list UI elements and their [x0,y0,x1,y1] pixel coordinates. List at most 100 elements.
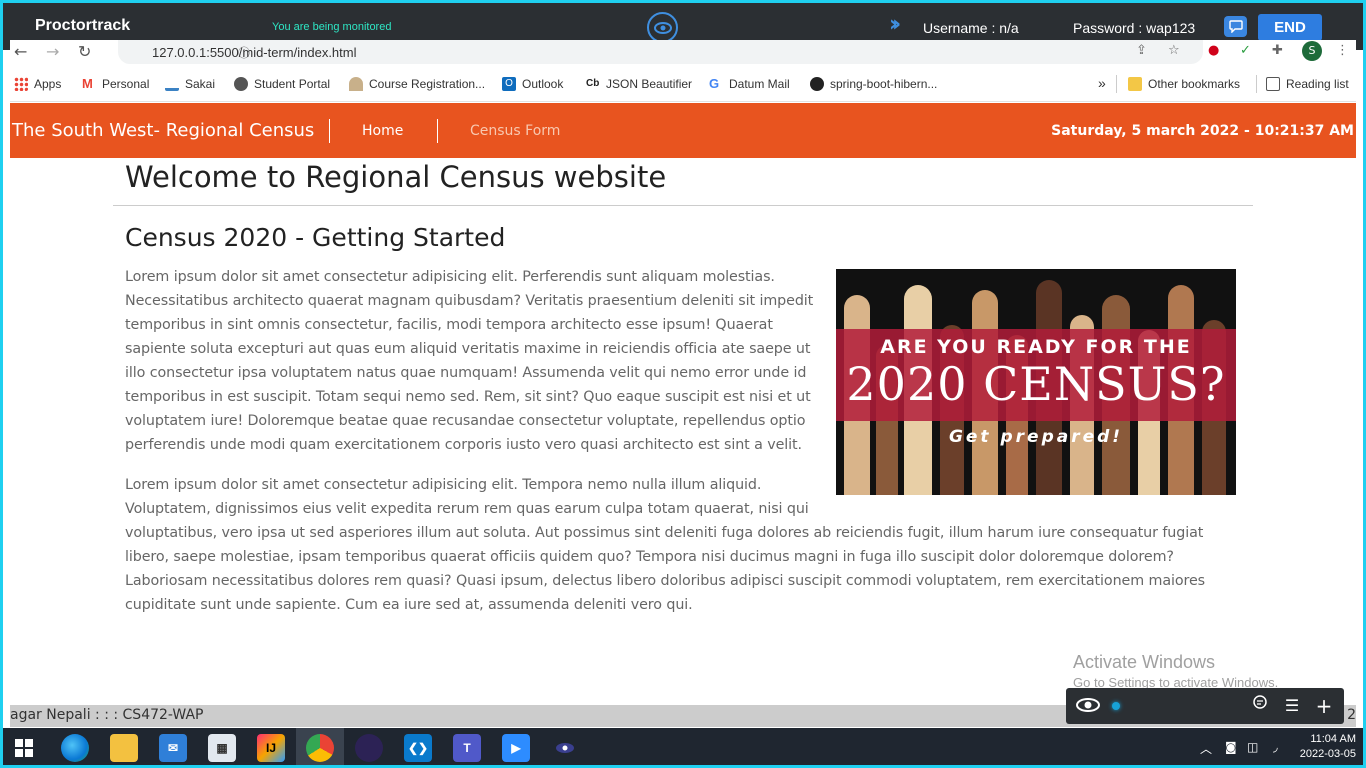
file-explorer-icon[interactable] [110,734,138,762]
activate-windows-watermark: Activate Windows Go to Settings to activ… [1073,652,1278,690]
monitoring-status: You are being monitored [272,21,392,33]
github-icon [810,77,824,91]
second-paragraph-rest: voluptatibus, vero ipsa ut sed asperiore… [125,525,1206,613]
globe-icon [234,77,248,91]
folder-icon [1128,77,1142,91]
title-divider [113,205,1253,206]
tray-volume-icon[interactable]: ◞ [1273,740,1278,754]
plus-icon[interactable]: + [1312,695,1336,717]
profile-avatar[interactable]: S [1302,41,1322,61]
bookmarks-bar: Apps M Personal Sakai Student Portal Cou… [10,66,1356,102]
tray-chevron-up-icon[interactable]: ︿ [1200,740,1212,757]
zoom-icon[interactable]: ▶ [502,734,530,762]
recording-indicator [1112,702,1120,710]
bookmark-spring-boot[interactable]: spring-boot-hibern... [810,77,937,91]
bookmark-divider [1256,75,1257,93]
bookmark-label: Course Registration... [369,77,486,91]
chrome-icon[interactable] [306,734,334,762]
census-promo-image: ARE YOU READY FOR THE 2020 CENSUS? Get p… [836,269,1236,495]
reading-list-button[interactable]: Reading list [1266,77,1349,91]
promo-line-1: ARE YOU READY FOR THE [880,336,1192,358]
section-heading: Census 2020 - Getting Started [125,223,506,252]
bookmark-student-portal[interactable]: Student Portal [234,77,330,91]
bookmark-label: JSON Beautifier [606,77,693,91]
footer-text: agar Nepali : : : CS472-WAP [10,707,204,723]
bookmark-json-beautifier[interactable]: Cb JSON Beautifier [586,77,692,91]
nav-divider [437,119,438,143]
bookmark-divider [1116,75,1117,93]
bookmark-label: Personal [102,77,150,91]
eye-icon[interactable] [1076,697,1100,717]
promo-line-2: 2020 CENSUS? [846,357,1226,411]
menu-icon[interactable]: ☰ [1280,695,1304,717]
chat-icon[interactable] [1248,695,1272,717]
share-icon[interactable]: ⇪ [1136,43,1147,58]
forward-icon[interactable]: → [46,42,59,61]
url-text[interactable]: 127.0.0.1:5500/mid-term/index.html [152,45,357,60]
sakai-icon [165,77,179,91]
bookmark-label: Reading list [1286,77,1349,91]
bookmark-label: Datum Mail [729,77,790,91]
bookmark-label: Sakai [185,77,216,91]
json-icon: Cb [586,78,600,89]
extension-check-icon[interactable]: ✓ [1240,43,1251,58]
extensions-puzzle-icon[interactable]: ✚ [1272,43,1283,58]
tray-camera-icon[interactable]: ◙ [1225,740,1237,754]
bookmark-label: Outlook [522,77,564,91]
tray-network-icon[interactable]: ◫ [1247,740,1258,754]
nav-home-link[interactable]: Home [362,123,403,139]
edge-icon[interactable] [61,734,89,762]
proctortrack-taskbar-icon[interactable] [551,734,579,762]
bookmark-personal[interactable]: M Personal [82,76,150,92]
chat-icon[interactable] [1224,16,1247,37]
vscode-icon[interactable]: ❮❯ [404,734,432,762]
menu-kebab-icon[interactable]: ⋮ [1336,43,1349,58]
bookmark-other[interactable]: Other bookmarks [1128,77,1240,91]
page-title: Welcome to Regional Census website [125,160,667,194]
promo-line-3: Get prepared! [948,427,1124,447]
proctortrack-widget: ☰ + [1066,688,1344,724]
teams-icon[interactable]: T [453,734,481,762]
bookmark-label: Other bookmarks [1148,77,1241,91]
system-clock[interactable]: 11:04 AM 2022-03-05 [1294,732,1356,762]
course-icon [349,77,363,91]
end-session-button[interactable]: END [1258,14,1322,41]
store-icon[interactable]: ▦ [208,734,236,762]
eclipse-icon[interactable] [355,734,383,762]
chevron-right-icon[interactable]: ›› [889,14,901,36]
bookmark-course-registration[interactable]: Course Registration... [349,77,485,91]
nav-divider [329,119,330,143]
site-title[interactable]: The South West- Regional Census [12,120,314,141]
bookmark-label: spring-boot-hibern... [830,77,938,91]
bookmark-datum-mail[interactable]: G Datum Mail [709,76,790,92]
google-icon: G [709,76,720,91]
current-datetime: Saturday, 5 march 2022 - 10:21:37 AM [1051,123,1354,139]
bookmark-sakai[interactable]: Sakai [165,77,215,91]
opera-extension-icon[interactable]: ● [1208,43,1219,58]
proctortrack-brand: Proctortrack [35,17,131,34]
password-label: Password : wap123 [1073,20,1196,36]
intellij-icon[interactable]: IJ [257,734,285,762]
reload-icon[interactable]: ↻ [78,42,91,61]
windows-start-icon[interactable] [10,734,38,762]
clock-date: 2022-03-05 [1299,748,1356,760]
nav-census-form-link[interactable]: Census Form [470,123,560,139]
activate-title: Activate Windows [1073,652,1216,672]
bookmark-label: Apps [34,77,62,91]
username-label: Username : n/a [923,20,1019,36]
site-header: The South West- Regional Census Home Cen… [10,103,1356,158]
bookmarks-overflow-button[interactable]: » [1098,75,1106,91]
bookmark-apps[interactable]: Apps [14,77,61,91]
mail-icon[interactable]: ✉ [159,734,187,762]
star-icon[interactable]: ☆ [1168,43,1180,58]
clock-time: 11:04 AM [1310,733,1356,745]
gmail-icon: M [82,76,93,91]
back-icon[interactable]: ← [14,42,27,61]
outlook-icon: O [502,77,516,91]
bookmark-label: Student Portal [254,77,331,91]
bookmark-outlook[interactable]: O Outlook [502,77,563,91]
monitor-eye-icon [647,12,678,43]
browser-toolbar: ← → ↻ ⓘ 127.0.0.1:5500/mid-term/index.ht… [10,40,1356,66]
windows-taskbar: ✉ ▦ IJ ❮❯ T ▶ ︿ ◙ ◫ ◞ 11:04 AM 2022-03-0… [0,728,1366,768]
second-paragraph-start: Lorem ipsum dolor sit amet consectetur a… [125,477,809,517]
